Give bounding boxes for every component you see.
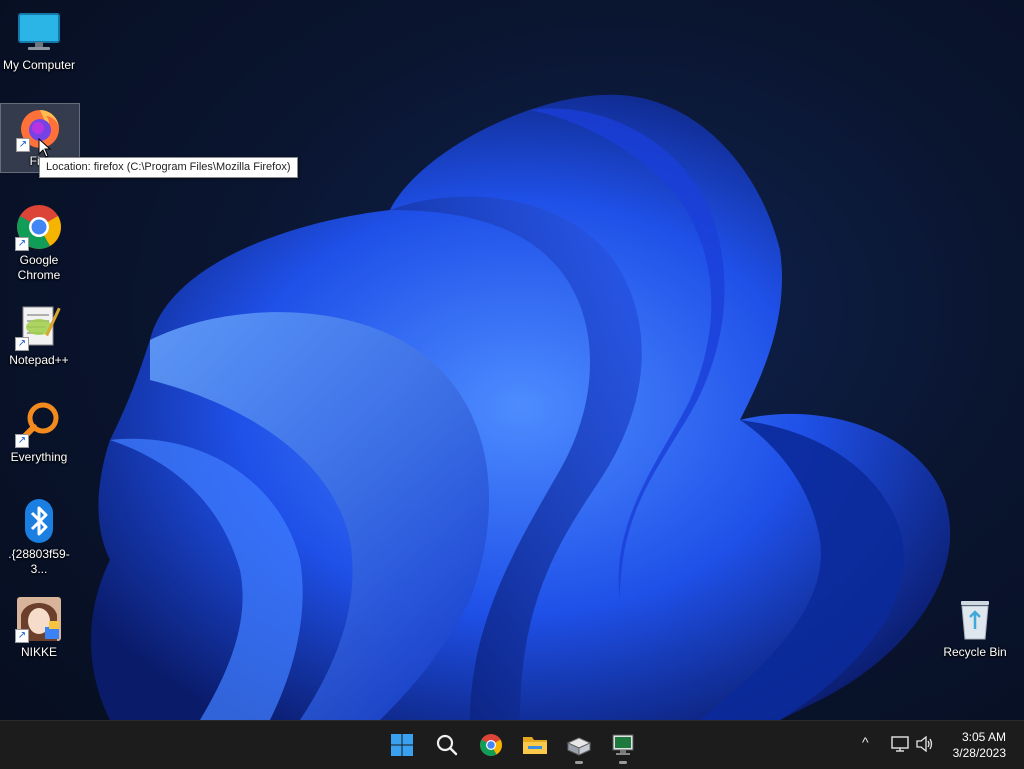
bluetooth-icon <box>15 497 63 545</box>
chrome-icon: ↗ <box>15 203 63 251</box>
notepad-plus-plus-icon: ↗ <box>15 303 63 351</box>
search-icon <box>436 734 458 756</box>
clock-time: 3:05 AM <box>961 730 1006 744</box>
running-indicator <box>575 761 583 764</box>
shortcut-arrow-icon: ↗ <box>15 237 29 251</box>
desktop-icon-everything[interactable]: ↗ Everything <box>0 400 78 465</box>
desktop-icon-label: Everything <box>10 450 68 464</box>
desktop-icon-my-computer[interactable]: My Computer <box>0 8 78 73</box>
desktop-icon-label: Google Chrome <box>17 253 61 282</box>
clock[interactable]: 3:05 AM 3/28/2023 <box>953 729 1006 761</box>
mouse-cursor-icon <box>38 138 52 158</box>
desktop-icon-label: My Computer <box>2 58 76 72</box>
desktop-icon-notepad-plus-plus[interactable]: ↗ Notepad++ <box>0 303 78 368</box>
desktop-icon-label: Recycle Bin <box>943 645 1007 659</box>
app-icon <box>566 737 592 756</box>
start-button[interactable] <box>386 729 418 761</box>
nikke-app-icon: ↗ <box>15 595 63 643</box>
monitor-icon <box>15 8 63 56</box>
taskbar-app-button[interactable] <box>563 729 595 764</box>
desktop-icon-label: .{28803f59-3... <box>8 547 70 576</box>
taskbar-file-explorer-button[interactable] <box>519 729 551 761</box>
desktop-icon-nikke[interactable]: ↗ NIKKE <box>0 595 78 660</box>
terminal-app-icon <box>612 734 634 755</box>
shortcut-arrow-icon: ↗ <box>15 629 29 643</box>
search-button[interactable] <box>431 729 463 761</box>
desktop-icon-google-chrome[interactable]: ↗ Google Chrome <box>0 203 78 283</box>
taskbar-chrome-button[interactable] <box>475 729 507 761</box>
wallpaper-bloom <box>91 94 951 720</box>
running-indicator <box>619 761 627 764</box>
desktop-icon-recycle-bin[interactable]: Recycle Bin <box>936 595 1014 660</box>
firefox-location-tooltip: Location: firefox (C:\Program Files\Mozi… <box>39 157 298 178</box>
shortcut-arrow-icon: ↗ <box>15 434 29 448</box>
clock-date: 3/28/2023 <box>952 746 1006 760</box>
chrome-icon <box>480 734 502 756</box>
taskbar: ^ 3:05 AM 3/28/2023 <box>0 720 1024 769</box>
volume-icon[interactable] <box>915 736 935 752</box>
show-hidden-icons-chevron-icon[interactable]: ^ <box>862 734 869 750</box>
desktop-icon-label: NIKKE <box>20 645 57 659</box>
taskbar-terminal-app-button[interactable] <box>607 729 639 764</box>
magnifier-icon: ↗ <box>15 400 63 448</box>
network-icon[interactable] <box>891 736 909 752</box>
file-explorer-icon <box>523 737 547 754</box>
desktop-icon-label: Notepad++ <box>9 353 69 367</box>
start-icon <box>391 734 413 756</box>
shortcut-arrow-icon: ↗ <box>16 138 30 152</box>
recycle-bin-icon <box>951 595 999 643</box>
shortcut-arrow-icon: ↗ <box>15 337 29 351</box>
desktop-icon-bluetooth[interactable]: .{28803f59-3... <box>0 497 78 577</box>
